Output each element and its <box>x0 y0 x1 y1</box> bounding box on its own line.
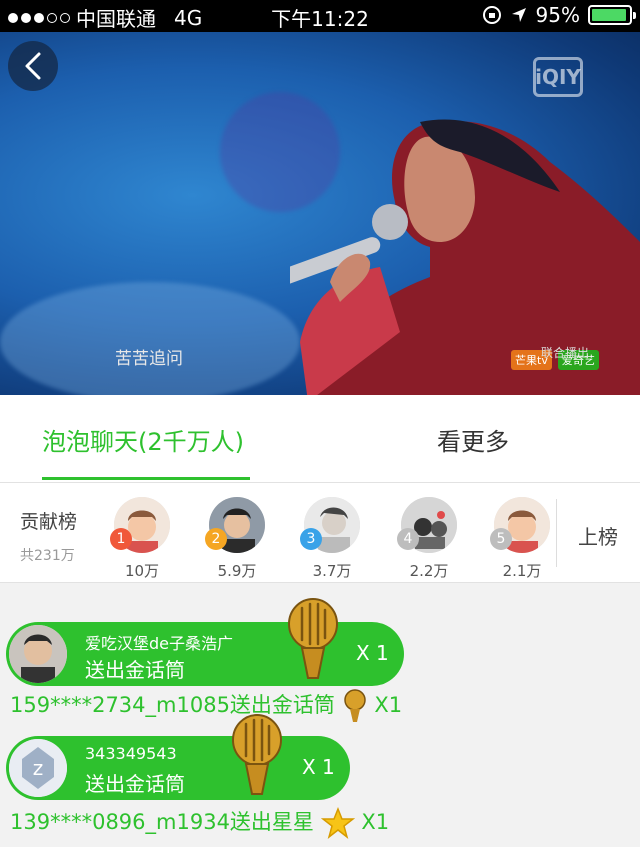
gold-microphone-icon <box>288 598 338 679</box>
chat-message-count: X1 <box>361 810 390 834</box>
gift-notification: 爱吃汉堡de子桑浩广 送出金话筒 X 1 <box>6 622 404 686</box>
gift-notification: z 343349543 送出金话筒 X 1 <box>6 736 350 800</box>
tab-bubble-chat[interactable]: 泡泡聊天(2千万人) <box>42 422 244 457</box>
tab-bar: 泡泡聊天(2千万人) 看更多 <box>0 395 640 483</box>
rank-amount: 2.1万 <box>502 562 542 580</box>
stage-light <box>0 282 300 395</box>
rank-badge: 1 <box>110 528 132 550</box>
user-avatar <box>9 625 67 683</box>
ranking-title: 贡献榜 <box>20 511 78 533</box>
lyrics-subtitle: 苦苦追问 <box>115 349 183 369</box>
gift-action: 送出金话筒 <box>85 772 185 796</box>
rotation-lock-icon <box>482 6 501 24</box>
chat-stream[interactable]: 爱吃汉堡de子桑浩广 送出金话筒 X 1 159****2734_m1085送出… <box>0 584 640 847</box>
gift-count: X 1 <box>302 755 335 779</box>
rank-badge: 5 <box>490 528 512 550</box>
rank-badge: 2 <box>205 528 227 550</box>
battery-percent: 95% <box>535 3 580 27</box>
star-icon <box>320 807 355 839</box>
contribution-ranking: 贡献榜 共231万 1 10万 2 5.9万 3 3.7万 4 2.2万 5 2… <box>0 483 640 583</box>
active-tab-indicator <box>42 477 250 480</box>
location-arrow-icon <box>511 8 526 22</box>
gift-sender-name: 爱吃汉堡de子桑浩广 <box>85 634 234 653</box>
rank-item-5[interactable]: 5 2.1万 <box>490 497 554 580</box>
rank-amount: 5.9万 <box>217 562 257 580</box>
gold-microphone-icon <box>343 689 366 722</box>
join-ranking-button[interactable]: 上榜 <box>578 521 618 550</box>
rank-item-3[interactable]: 3 3.7万 <box>300 497 364 580</box>
divider <box>556 499 557 567</box>
tab-see-more[interactable]: 看更多 <box>437 422 509 457</box>
back-button[interactable] <box>8 41 58 91</box>
chat-message-count: X1 <box>374 693 403 717</box>
battery-icon <box>588 5 636 25</box>
rank-amount: 10万 <box>124 562 160 580</box>
chat-message: 159****2734_m1085送出金话筒 X1 <box>10 689 402 723</box>
video-player[interactable]: iQIY 苦苦追问 芒果tv 爱奇艺 联合播出 <box>0 32 640 395</box>
gift-count: X 1 <box>356 641 389 665</box>
rank-amount: 3.7万 <box>312 562 352 580</box>
rank-item-2[interactable]: 2 5.9万 <box>205 497 269 580</box>
rank-badge: 4 <box>397 528 419 550</box>
gift-sender-name: 343349543 <box>85 744 177 763</box>
chat-message: 139****0896_m1934送出星星 X1 <box>10 806 389 839</box>
battery-fill <box>592 9 627 21</box>
chevron-left-icon <box>25 52 41 80</box>
gift-action: 送出金话筒 <box>85 658 185 682</box>
rank-amount: 2.2万 <box>409 562 449 580</box>
ranking-total: 共231万 <box>20 548 75 564</box>
user-avatar: z <box>9 739 67 797</box>
gold-microphone-icon <box>232 714 282 795</box>
rank-item-4[interactable]: 4 2.2万 <box>397 497 461 580</box>
rank-item-1[interactable]: 1 10万 <box>110 497 174 580</box>
broadcast-label: 联合播出 <box>541 346 590 360</box>
status-bar: 中国联通 4G 下午11:22 95% <box>0 0 640 32</box>
status-right: 95% <box>482 3 636 27</box>
chat-message-text: 139****0896_m1934送出星星 <box>10 810 314 834</box>
svg-text:z: z <box>33 756 44 780</box>
iqiyi-watermark: iQIY <box>533 57 583 97</box>
rank-badge: 3 <box>300 528 322 550</box>
